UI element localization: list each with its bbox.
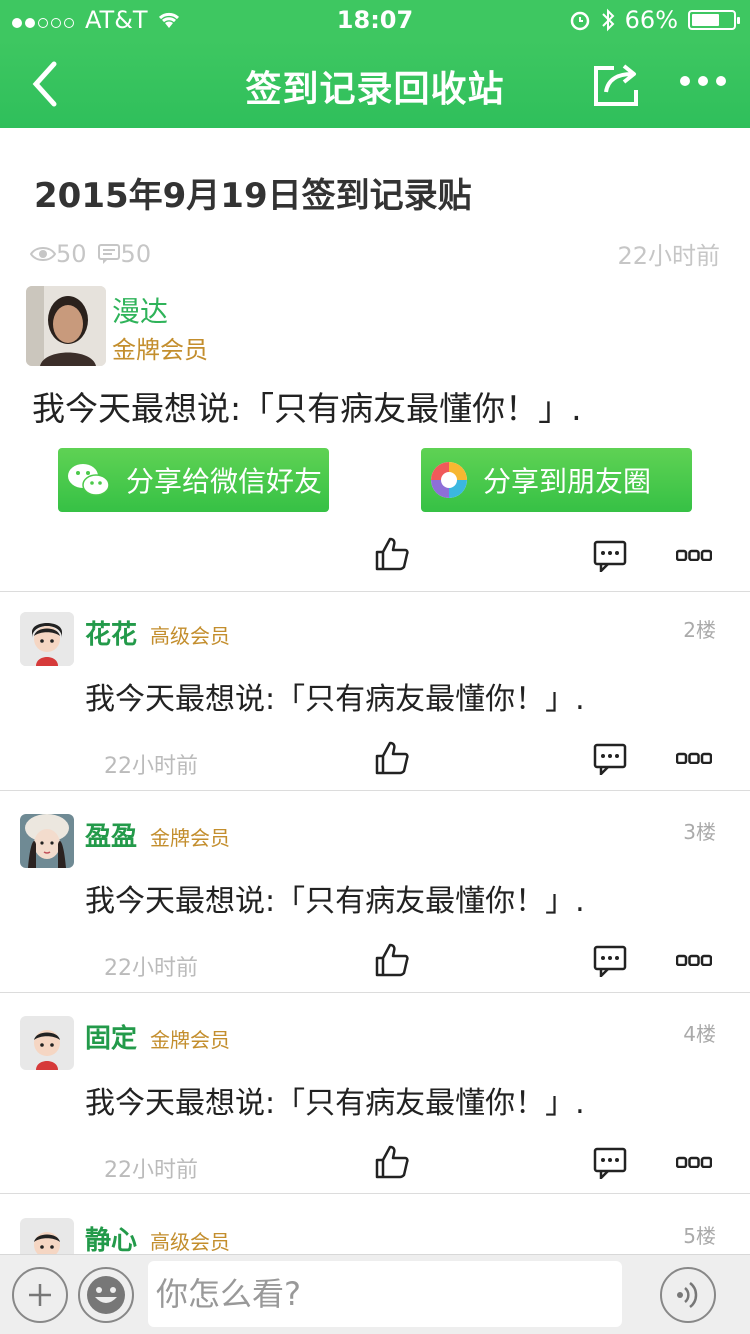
reply-level: 高级会员: [150, 1230, 230, 1254]
comments-count: 50: [120, 239, 152, 268]
like-icon[interactable]: [374, 740, 410, 776]
status-bar: AT&T 18:07 66%: [0, 0, 750, 40]
reply-name[interactable]: 盈盈: [85, 816, 137, 853]
more-actions-icon[interactable]: [676, 954, 712, 966]
battery-percent: 66%: [624, 6, 678, 34]
battery-icon: [688, 10, 740, 30]
reply-body: 我今天最想说:「只有病友最懂你！」.: [85, 682, 585, 717]
reply-time: 22小时前: [104, 1158, 198, 1183]
divider: [0, 591, 750, 592]
plus-icon: [29, 1284, 51, 1306]
post-title: 2015年9月19日签到记录贴: [34, 176, 472, 216]
comment-icon[interactable]: [593, 1147, 627, 1179]
comment-icon[interactable]: [593, 945, 627, 977]
comments-icon: [97, 243, 120, 264]
reply-avatar[interactable]: [20, 612, 74, 666]
add-button[interactable]: [12, 1267, 68, 1323]
reply-input[interactable]: [148, 1261, 622, 1327]
views-count: 50: [56, 239, 87, 268]
reply-time: 22小时前: [104, 956, 198, 981]
voice-button[interactable]: [660, 1267, 716, 1323]
reply-level: 金牌会员: [150, 1028, 230, 1052]
reply-floor: 2楼: [683, 618, 716, 642]
post-body: 我今天最想说:「只有病友最懂你！」.: [32, 389, 582, 428]
divider: [0, 992, 750, 993]
like-icon[interactable]: [374, 1144, 410, 1180]
divider: [0, 1193, 750, 1194]
comment-icon[interactable]: [593, 743, 627, 775]
reply-avatar[interactable]: [20, 814, 74, 868]
more-actions-icon[interactable]: [676, 1156, 712, 1168]
share-moments-label: 分享到朋友圈: [483, 465, 652, 498]
more-menu-icon[interactable]: [680, 76, 726, 86]
share-wechat-label: 分享给微信好友: [126, 465, 323, 498]
reply-avatar[interactable]: [20, 1016, 74, 1070]
nav-bar: 签到记录回收站: [0, 40, 750, 128]
reply-level: 金牌会员: [150, 826, 230, 850]
moments-icon: [431, 462, 467, 498]
reply-floor: 5楼: [683, 1224, 716, 1248]
reply-floor: 4楼: [683, 1022, 716, 1046]
reply-body: 我今天最想说:「只有病友最懂你！」.: [85, 1086, 585, 1121]
like-icon[interactable]: [374, 536, 410, 572]
reply-time: 22小时前: [104, 754, 198, 779]
author-level: 金牌会员: [112, 336, 208, 364]
post-time: 22小时前: [617, 242, 720, 270]
emoji-button[interactable]: [78, 1267, 134, 1323]
reply-body: 我今天最想说:「只有病友最懂你！」.: [85, 884, 585, 919]
author-name[interactable]: 漫达: [112, 290, 168, 330]
more-actions-icon[interactable]: [676, 549, 712, 561]
like-icon[interactable]: [374, 942, 410, 978]
reply-floor: 3楼: [683, 820, 716, 844]
views-icon: [30, 246, 56, 261]
reply-bar: [0, 1254, 750, 1334]
voice-icon: [677, 1282, 698, 1308]
divider: [0, 790, 750, 791]
alarm-icon: [570, 11, 589, 31]
reply-name[interactable]: 固定: [85, 1018, 137, 1055]
post-meta: 50 50 22小时前: [30, 236, 720, 271]
share-wechat-button[interactable]: 分享给微信好友: [58, 448, 329, 512]
share-moments-button[interactable]: 分享到朋友圈: [421, 448, 692, 512]
reply-level: 高级会员: [150, 624, 230, 648]
reply-name[interactable]: 静心: [85, 1220, 137, 1257]
author-avatar[interactable]: [26, 286, 106, 366]
smiley-icon: [87, 1276, 125, 1314]
reply-name[interactable]: 花花: [85, 614, 137, 651]
more-actions-icon[interactable]: [676, 752, 712, 764]
share-icon[interactable]: [592, 60, 644, 108]
comment-icon[interactable]: [593, 540, 627, 572]
bluetooth-icon: [601, 8, 615, 32]
wechat-icon: [68, 464, 110, 496]
